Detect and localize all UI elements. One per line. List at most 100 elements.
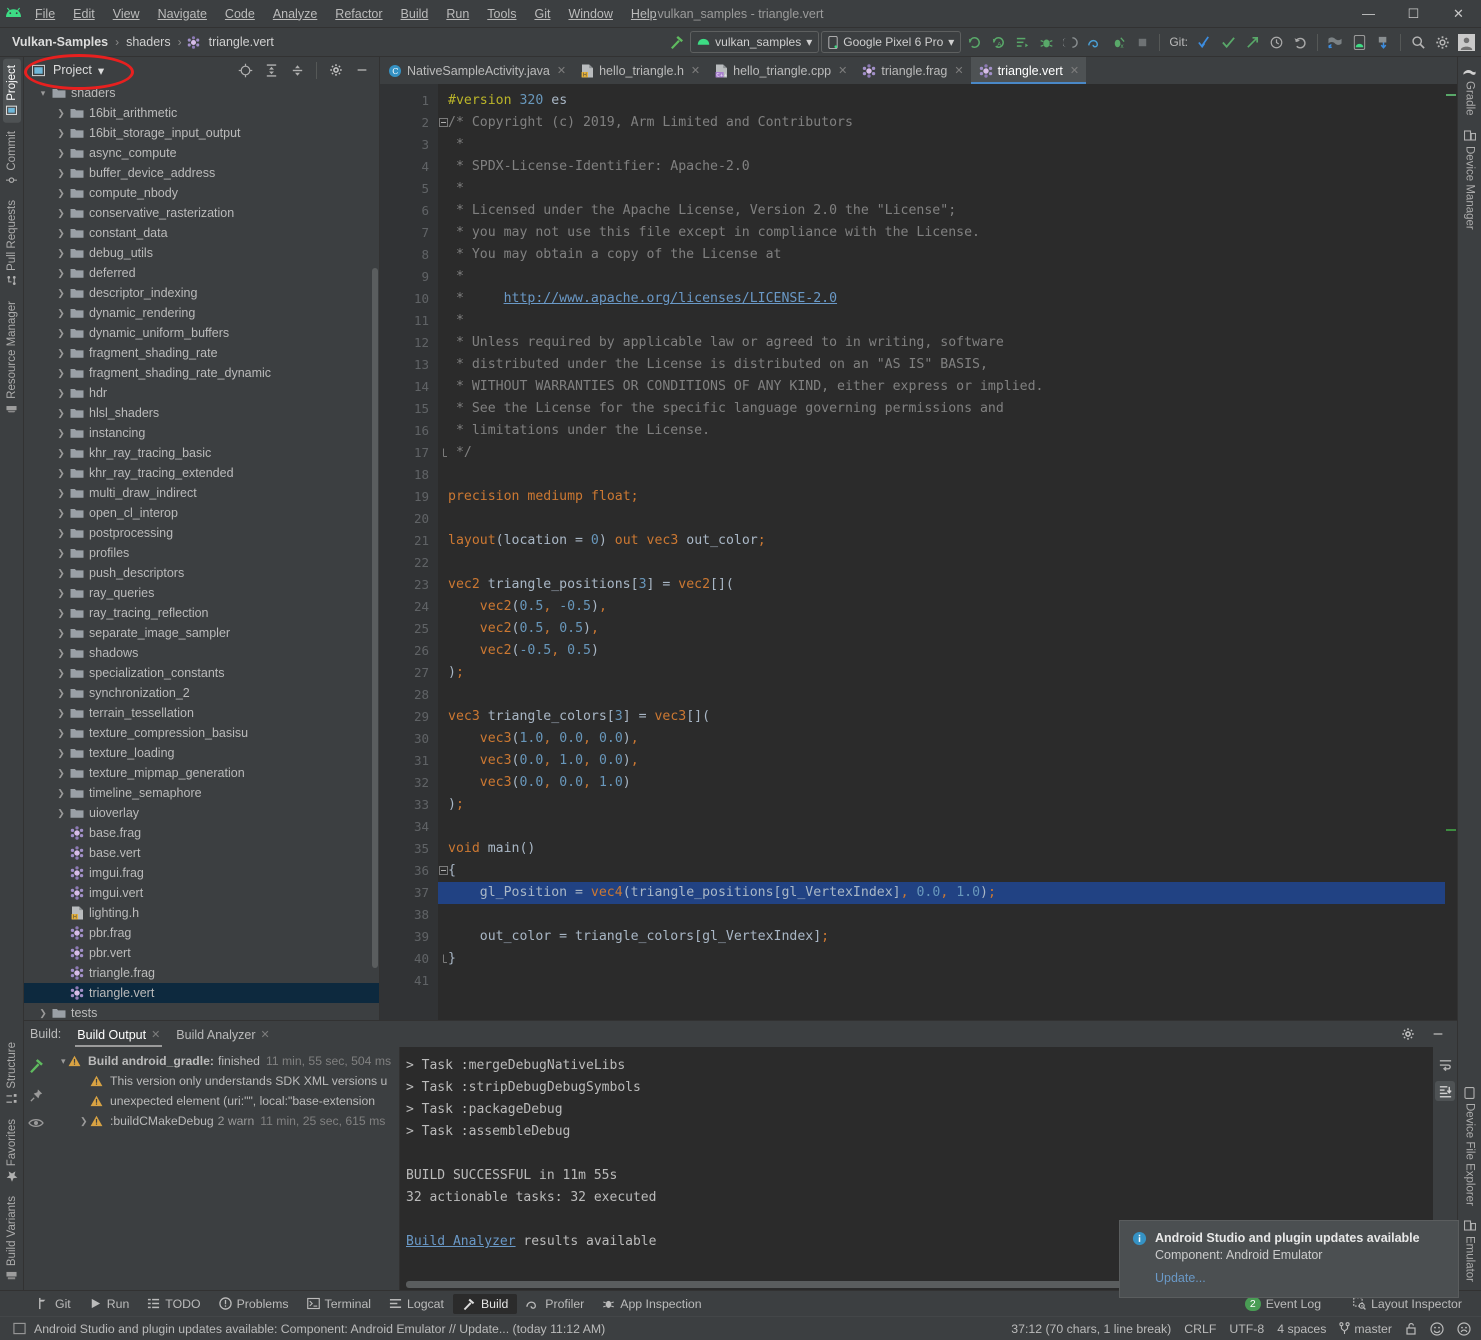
chevron-right-icon[interactable]: ❯ [54,148,68,159]
build-output-tree[interactable]: ▾ Build android_gradle:finished11 min, 5… [48,1047,400,1290]
tree-row[interactable]: ❯postprocessing [24,523,379,543]
code-line[interactable]: * [438,266,1445,288]
code-line[interactable]: vec3(1.0, 0.0, 0.0), [438,728,1445,750]
code-line[interactable]: /* Copyright (c) 2019, Arm Limited and C… [438,112,1445,134]
debug-icon[interactable] [1035,31,1057,53]
code-line[interactable] [438,904,1445,926]
close-icon[interactable]: ✕ [261,1028,270,1041]
code-line[interactable]: vec2(0.5, 0.5), [438,618,1445,640]
menu-item-code[interactable]: Code [216,4,264,24]
chevron-right-icon[interactable]: ❯ [54,368,68,379]
line-number[interactable]: 23 [380,574,438,596]
indent-setting[interactable]: 4 spaces [1277,1322,1326,1336]
tree-row[interactable]: ❯buffer_device_address [24,163,379,183]
line-number[interactable]: 9 [380,266,438,288]
chevron-right-icon[interactable]: ❯ [54,348,68,359]
code-line[interactable]: { [438,860,1445,882]
menu-item-analyze[interactable]: Analyze [264,4,326,24]
close-icon[interactable]: ✕ [952,64,963,77]
status-tool-problems[interactable]: Problems [210,1294,298,1314]
code-line[interactable]: ); [438,794,1445,816]
line-number[interactable]: 18 [380,464,438,486]
chevron-right-icon[interactable]: ❯ [54,568,68,579]
tree-row[interactable]: pbr.frag [24,923,379,943]
maximize-button[interactable]: ☐ [1391,0,1436,28]
menu-item-run[interactable]: Run [437,4,478,24]
chevron-right-icon[interactable]: ❯ [54,768,68,779]
line-number[interactable]: 8 [380,244,438,266]
tree-row[interactable]: ❯16bit_storage_input_output [24,123,379,143]
code-line[interactable]: * http://www.apache.org/licenses/LICENSE… [438,288,1445,310]
line-number[interactable]: 11 [380,310,438,332]
build-analyzer-link[interactable]: Build Analyzer [406,1234,516,1249]
chevron-right-icon[interactable]: ❯ [54,388,68,399]
line-number[interactable]: 41 [380,970,438,992]
breadcrumb-project[interactable]: Vulkan-Samples [8,34,112,50]
chevron-right-icon[interactable]: ❯ [54,708,68,719]
line-separator[interactable]: CRLF [1184,1322,1216,1336]
code-line[interactable]: out_color = triangle_colors[gl_VertexInd… [438,926,1445,948]
build-hammer-icon[interactable] [28,1057,45,1074]
editor-gutter[interactable]: 1234567891011121314151617181920212223242… [380,84,438,1020]
run-with-coverage-icon[interactable] [1011,31,1033,53]
chevron-right-icon[interactable]: ❯ [54,308,68,319]
tree-row[interactable]: ❯synchronization_2 [24,683,379,703]
line-number[interactable]: 20 [380,508,438,530]
sidebar-item-gradle[interactable]: Gradle [1461,59,1479,122]
notification-balloon[interactable]: Android Studio and plugin updates availa… [1119,1220,1459,1298]
chevron-right-icon[interactable]: ❯ [54,728,68,739]
code-line[interactable]: * [438,310,1445,332]
code-line[interactable]: * You may obtain a copy of the License a… [438,244,1445,266]
code-line[interactable]: vec2(0.5, -0.5), [438,596,1445,618]
sidebar-item-pull-requests[interactable]: Pull Requests [3,194,21,293]
happy-face-icon[interactable] [1430,1322,1444,1336]
line-number[interactable]: 13 [380,354,438,376]
caret-position[interactable]: 37:12 (70 chars, 1 line break) [1011,1322,1171,1336]
code-line[interactable] [438,552,1445,574]
undo-icon[interactable] [1289,31,1311,53]
notification-update-link[interactable]: Update... [1155,1271,1206,1285]
breadcrumb[interactable]: Vulkan-Samples › shaders › triangle.vert [8,34,278,50]
chevron-right-icon[interactable]: ❯ [54,608,68,619]
eye-icon[interactable] [28,1117,44,1129]
chevron-down-icon[interactable]: ▾ [36,88,50,99]
chevron-right-icon[interactable]: ❯ [54,168,68,179]
code-line[interactable] [438,970,1445,992]
menu-item-file[interactable]: File [26,4,64,24]
code-line[interactable]: */ [438,442,1445,464]
line-number[interactable]: 2 [380,112,438,134]
code-line[interactable]: * [438,178,1445,200]
line-number[interactable]: 7 [380,222,438,244]
gear-icon[interactable] [1397,1023,1419,1045]
line-number[interactable]: 33 [380,794,438,816]
editor-tab-bar[interactable]: CNativeSampleActivity.java✕Hhello_triang… [380,57,1457,84]
line-number[interactable]: 5 [380,178,438,200]
tree-row[interactable]: imgui.vert [24,883,379,903]
chevron-right-icon[interactable]: ❯ [54,248,68,259]
line-number[interactable]: 1 [380,90,438,112]
sidebar-item-resource-manager[interactable]: Resource Manager [3,295,21,421]
tree-row[interactable]: ❯shadows [24,643,379,663]
chevron-right-icon[interactable]: ❯ [54,668,68,679]
sidebar-item-emulator[interactable]: Emulator [1461,1214,1479,1288]
line-number[interactable]: 19 [380,486,438,508]
hide-panel-icon[interactable] [1427,1023,1449,1045]
tree-row[interactable]: ❯fragment_shading_rate_dynamic [24,363,379,383]
tree-row[interactable]: ❯compute_nbody [24,183,379,203]
tree-row[interactable]: ❯khr_ray_tracing_extended [24,463,379,483]
tree-row[interactable]: ❯16bit_arithmetic [24,103,379,123]
line-number[interactable]: 38 [380,904,438,926]
scroll-from-source-icon[interactable] [234,59,256,81]
code-line[interactable]: * [438,134,1445,156]
tree-row[interactable]: ❯dynamic_uniform_buffers [24,323,379,343]
chevron-right-icon[interactable]: ❯ [54,428,68,439]
gear-icon[interactable] [325,59,347,81]
code-line[interactable]: * Unless required by applicable law or a… [438,332,1445,354]
chevron-right-icon[interactable]: ❯ [54,648,68,659]
project-tree[interactable]: ▾shaders❯16bit_arithmetic❯16bit_storage_… [24,83,379,1020]
tree-row[interactable]: ❯async_compute [24,143,379,163]
line-number[interactable]: 15 [380,398,438,420]
scroll-to-end-icon[interactable] [1435,1081,1455,1101]
tree-row[interactable]: ❯deferred [24,263,379,283]
chevron-right-icon[interactable]: ❯ [54,408,68,419]
